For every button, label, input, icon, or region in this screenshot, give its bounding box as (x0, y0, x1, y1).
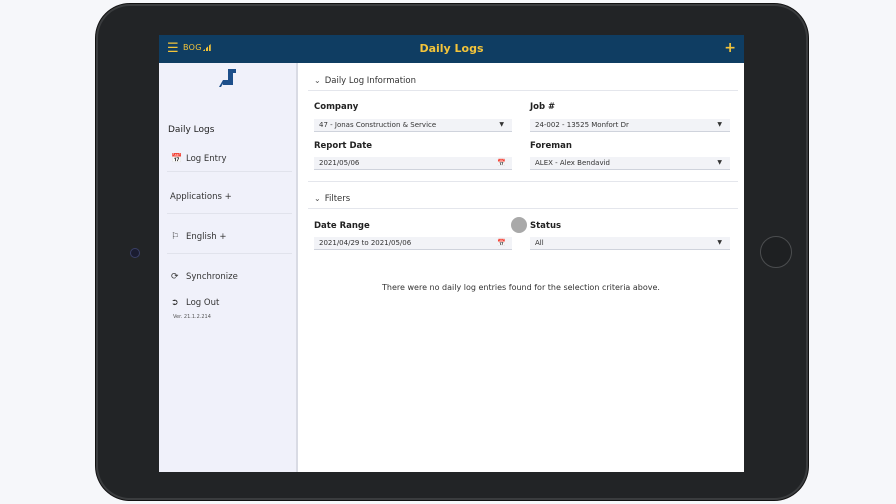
section-filters[interactable]: ⌄ Filters (314, 194, 350, 204)
dropdown-arrow-icon: ▼ (717, 159, 722, 166)
job-value: 24-002 - 13525 Monfort Dr (535, 121, 629, 129)
sidebar-title: Daily Logs (168, 125, 215, 135)
sidebar-item-label: Log Out (186, 298, 220, 308)
date-range-field[interactable]: 2021/04/29 to 2021/05/06 📅 (314, 237, 512, 250)
chevron-down-icon: ⌄ (314, 76, 321, 85)
job-select[interactable]: 24-002 - 13525 Monfort Dr ▼ (530, 119, 730, 132)
sidebar-item-applications[interactable]: Applications + (170, 192, 232, 202)
company-value: 47 - Jonas Construction & Service (319, 121, 437, 129)
sidebar-item-log-entry[interactable]: 📅 Log Entry (171, 154, 227, 164)
status-value: All (535, 239, 544, 247)
divider (167, 213, 292, 214)
foreman-value: ALEX - Alex Bendavid (535, 159, 610, 167)
divider (308, 208, 738, 209)
report-date-label: Report Date (314, 141, 373, 151)
main-content: ⌄ Daily Log Information Company 47 - Jona… (298, 63, 744, 472)
calendar-icon: 📅 (171, 154, 183, 164)
language-icon: ⚐ (171, 232, 180, 242)
sidebar-item-label: English + (186, 232, 227, 242)
version-text: Ver. 21.1.2.214 (173, 314, 211, 320)
job-label: Job # (530, 102, 556, 112)
page-title: Daily Logs (419, 42, 484, 55)
sidebar-item-language[interactable]: ⚐ English + (171, 232, 227, 242)
sidebar-item-label: Synchronize (186, 272, 238, 282)
date-range-value: 2021/04/29 to 2021/05/06 (319, 239, 412, 247)
divider (308, 90, 738, 91)
dropdown-arrow-icon: ▼ (717, 121, 722, 128)
company-select[interactable]: 47 - Jonas Construction & Service ▼ (314, 119, 512, 132)
app-logo-icon (219, 69, 236, 87)
sidebar-item-synchronize[interactable]: ⟳ Synchronize (171, 272, 238, 282)
empty-state-message: There were no daily log entries found fo… (382, 283, 660, 292)
sidebar: Daily Logs 📅 Log Entry Applications + ⚐ En… (159, 63, 298, 472)
top-bar: ☰ BOG Daily Logs + (159, 35, 744, 63)
sidebar-item-log-out[interactable]: ➲ Log Out (171, 298, 219, 308)
section-heading: Filters (324, 194, 351, 204)
chevron-down-icon: ⌄ (314, 194, 321, 203)
status-select[interactable]: All ▼ (530, 237, 730, 250)
home-button (760, 236, 792, 268)
company-label: Company (314, 102, 359, 112)
sidebar-item-label: Applications + (170, 192, 232, 202)
foreman-select[interactable]: ALEX - Alex Bendavid ▼ (530, 157, 730, 170)
divider (308, 181, 738, 182)
touch-indicator (511, 217, 527, 233)
sidebar-item-label: Log Entry (186, 154, 227, 164)
report-date-value: 2021/05/06 (319, 159, 360, 167)
foreman-label: Foreman (530, 141, 572, 151)
add-button[interactable]: + (724, 40, 736, 56)
report-date-field[interactable]: 2021/05/06 📅 (314, 157, 512, 170)
section-daily-log-information[interactable]: ⌄ Daily Log Information (314, 76, 416, 86)
calendar-icon[interactable]: 📅 (497, 157, 506, 169)
date-range-label: Date Range (314, 221, 370, 231)
dropdown-arrow-icon: ▼ (717, 239, 722, 246)
sync-icon: ⟳ (171, 272, 179, 282)
section-heading: Daily Log Information (324, 76, 416, 86)
dropdown-arrow-icon: ▼ (499, 121, 504, 128)
status-label: Status (530, 221, 562, 231)
camera-dot (130, 248, 140, 258)
divider (167, 253, 292, 254)
divider (167, 171, 292, 172)
app-screen: ☰ BOG Daily Logs + Daily Logs 📅 Log Entry… (159, 35, 744, 472)
logout-icon: ➲ (171, 298, 179, 308)
calendar-icon[interactable]: 📅 (497, 237, 506, 249)
